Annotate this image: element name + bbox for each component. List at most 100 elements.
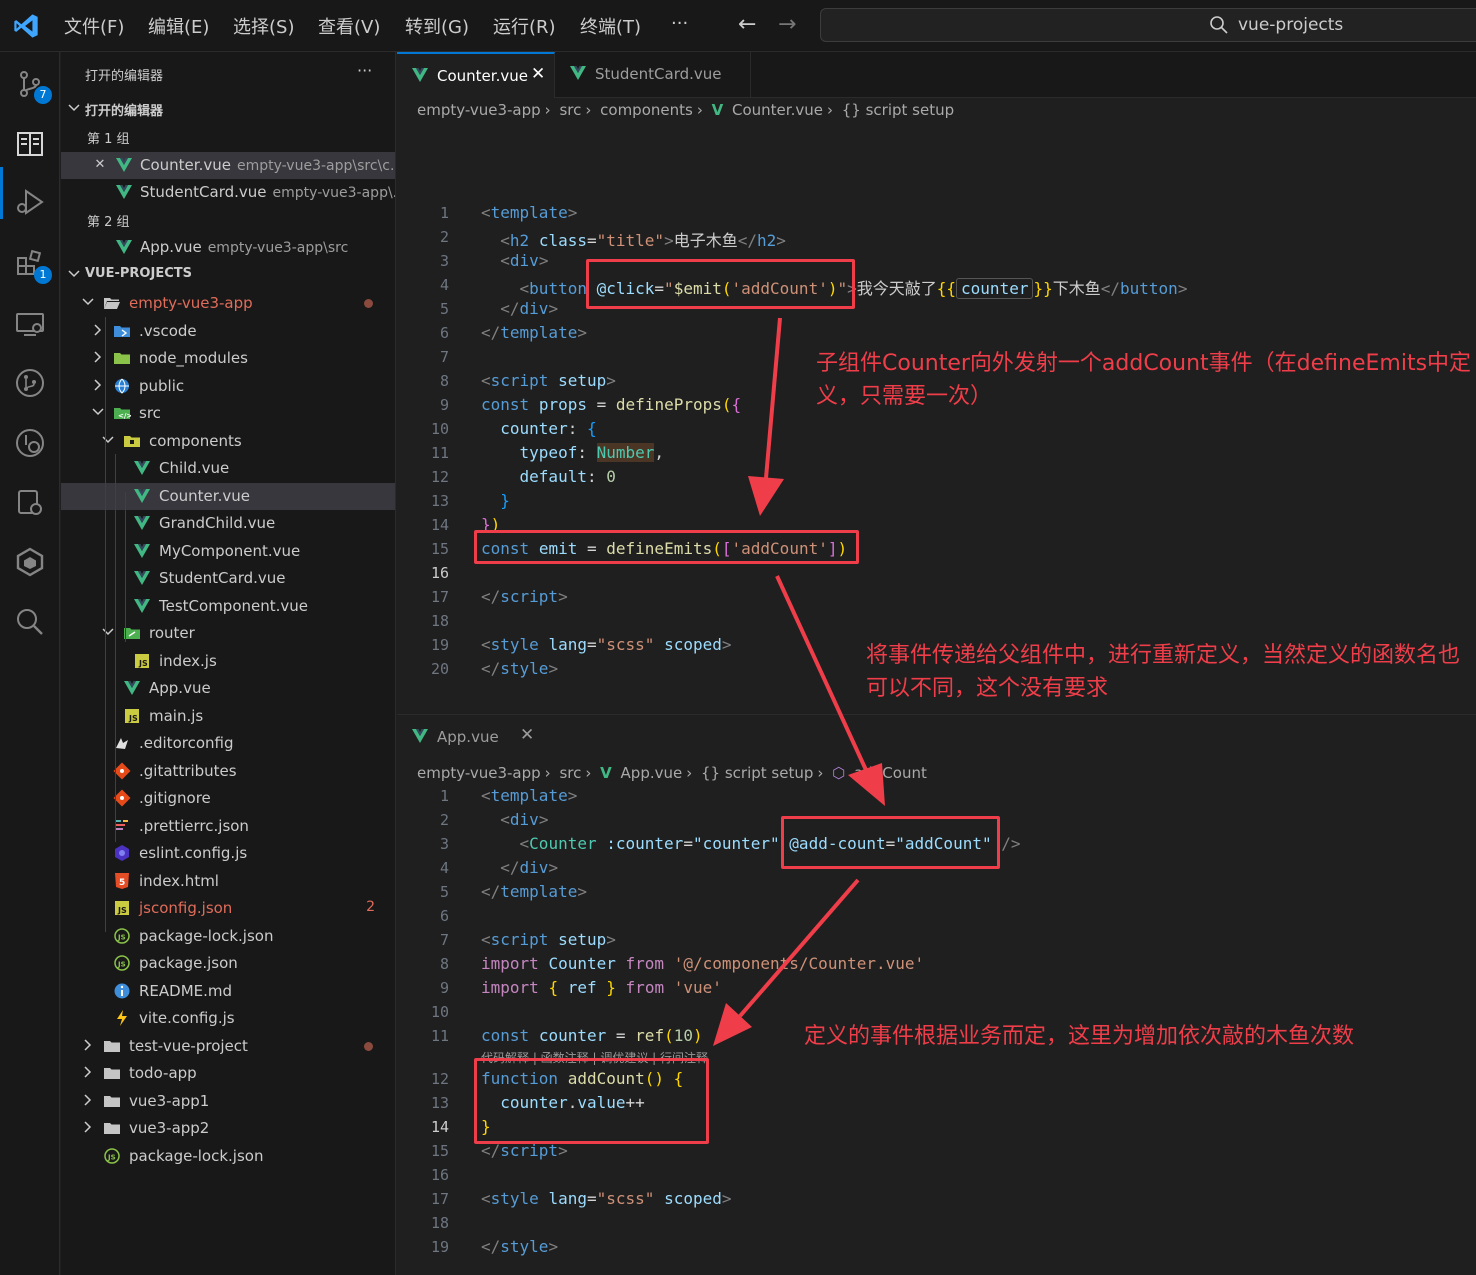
tree-item[interactable]: .gitignore — [61, 785, 395, 812]
tree-item-label: TestComponent.vue — [159, 597, 309, 615]
code-token: style — [490, 635, 539, 654]
git-graph-icon[interactable] — [14, 367, 46, 399]
run-debug-icon[interactable] — [14, 186, 46, 218]
breadcrumb-item[interactable]: src — [559, 101, 581, 119]
close-icon[interactable]: ✕ — [91, 156, 109, 174]
breadcrumb-item[interactable]: App.vue — [621, 764, 683, 782]
tree-item[interactable]: router — [61, 620, 395, 647]
tree-item[interactable]: JS main.js — [61, 703, 395, 730]
menu-go[interactable]: 转到(G) — [405, 13, 469, 39]
source-control-icon[interactable]: 7 — [14, 68, 52, 104]
tree-item[interactable]: README.md — [61, 978, 395, 1005]
sidebar-more-button[interactable]: ··· — [357, 61, 372, 80]
tree-item[interactable]: todo-app — [61, 1060, 395, 1087]
line-number: 18 — [430, 612, 449, 630]
search-sidebar-icon[interactable] — [14, 606, 46, 638]
forward-arrow-icon[interactable]: → — [778, 12, 796, 37]
readme-info-icon — [113, 982, 131, 1000]
tree-item[interactable]: MyComponent.vue — [61, 538, 395, 565]
folder-icon — [103, 1064, 121, 1082]
command-center-search[interactable]: vue-projects — [820, 8, 1476, 42]
tree-item-label: Child.vue — [159, 459, 230, 477]
extensions-icon[interactable]: 1 — [14, 248, 52, 284]
chevron-down-icon — [102, 436, 114, 444]
open-editors-header[interactable]: 打开的编辑器 — [61, 96, 395, 123]
code-line: } — [500, 491, 510, 510]
tab-studentcard-vue[interactable]: StudentCard.vue — [555, 52, 751, 98]
tree-item[interactable]: components — [61, 428, 395, 455]
tree-item[interactable]: StudentCard.vue — [61, 565, 395, 592]
tree-item[interactable]: JS package.json — [61, 950, 395, 977]
remote-explorer-icon[interactable] — [14, 308, 46, 340]
tree-item[interactable]: .editorconfig — [61, 730, 395, 757]
folder-open-icon — [103, 294, 121, 312]
breadcrumb-item[interactable]: addCount — [854, 764, 927, 782]
menu-run[interactable]: 运行(R) — [493, 13, 556, 39]
open-editor-item[interactable]: App.vue empty-vue3-app\src — [61, 234, 395, 261]
code-token: template — [500, 323, 578, 342]
tree-item[interactable]: eslint.config.js — [61, 840, 395, 867]
tree-item[interactable]: .prettierrc.json — [61, 813, 395, 840]
project-header[interactable]: VUE-PROJECTS — [61, 262, 395, 289]
line-number: 10 — [430, 420, 449, 438]
breadcrumb-item[interactable]: Counter.vue — [732, 101, 823, 119]
menu-view[interactable]: 查看(V) — [318, 13, 380, 39]
settings-sync-icon[interactable] — [14, 487, 46, 519]
cube-extension-icon[interactable] — [14, 546, 46, 578]
open-editor-item[interactable]: StudentCard.vue empty-vue3-app\... — [61, 179, 395, 206]
tree-item[interactable]: App.vue — [61, 675, 395, 702]
tree-item[interactable]: JS index.js — [61, 648, 395, 675]
open-editor-item[interactable]: ✕ Counter.vue empty-vue3-app\src\c... — [61, 152, 395, 179]
close-icon[interactable]: ✕ — [531, 64, 545, 84]
menu-edit[interactable]: 编辑(E) — [148, 13, 209, 39]
code-token: import — [481, 954, 539, 973]
menu-more[interactable]: ··· — [671, 13, 688, 34]
code-token: template — [490, 203, 568, 222]
tree-item[interactable]: empty-vue3-app — [61, 290, 395, 317]
breadcrumb-item[interactable]: src — [559, 764, 581, 782]
tree-item-label: .gitattributes — [139, 762, 237, 780]
tree-item[interactable]: vite.config.js — [61, 1005, 395, 1032]
tree-item[interactable]: </> src — [61, 400, 395, 427]
code-area-counter[interactable]: 1 <template> 2 <h2 class="title">电子木鱼</h2… — [397, 202, 1476, 702]
tree-item[interactable]: GrandChild.vue — [61, 510, 395, 537]
line-number: 3 — [439, 252, 449, 270]
tree-item[interactable]: .vscode — [61, 318, 395, 345]
breadcrumb-item[interactable]: empty-vue3-app — [417, 764, 541, 782]
tree-item[interactable]: JS package-lock.json — [61, 1143, 395, 1170]
tree-item[interactable]: 5 index.html — [61, 868, 395, 895]
tree-item[interactable]: JS jsconfig.json 2 — [61, 895, 395, 922]
code-line: </div> — [500, 299, 559, 318]
tree-item[interactable]: .gitattributes — [61, 758, 395, 785]
menu-selection[interactable]: 选择(S) — [233, 13, 294, 39]
tab-counter-vue[interactable]: Counter.vue ✕ — [397, 52, 555, 98]
tree-item[interactable]: Counter.vue — [61, 483, 395, 510]
tree-item[interactable]: Child.vue — [61, 455, 395, 482]
vue-file-icon — [133, 514, 151, 532]
breadcrumb-item[interactable]: empty-vue3-app — [417, 101, 541, 119]
line-number: 16 — [430, 1166, 449, 1184]
tree-item-label: components — [149, 432, 242, 450]
breadcrumb-item[interactable]: components — [600, 101, 693, 119]
menu-terminal[interactable]: 终端(T) — [580, 13, 641, 39]
tree-item[interactable]: JS package-lock.json — [61, 923, 395, 950]
tree-item[interactable]: TestComponent.vue — [61, 593, 395, 620]
close-icon[interactable]: ✕ — [520, 725, 534, 745]
line-number: 8 — [439, 955, 449, 973]
explorer-icon[interactable] — [14, 128, 46, 160]
back-arrow-icon[interactable]: ← — [738, 12, 756, 37]
breadcrumb-item[interactable]: {} script setup — [701, 764, 813, 782]
tree-item[interactable]: vue3-app2 — [61, 1115, 395, 1142]
menu-file[interactable]: 文件(F) — [64, 13, 124, 39]
tree-item[interactable]: node_modules — [61, 345, 395, 372]
tree-item[interactable]: vue3-app1 — [61, 1088, 395, 1115]
tree-item[interactable]: test-vue-project — [61, 1033, 395, 1060]
tree-item[interactable]: public — [61, 373, 395, 400]
svg-text:JS: JS — [138, 659, 148, 668]
chevron-right-icon: › — [696, 101, 703, 119]
code-token: template — [500, 882, 578, 901]
git-history-icon[interactable] — [14, 427, 46, 459]
tab-app-vue[interactable]: App.vue ✕ — [397, 715, 547, 761]
breadcrumb-item[interactable]: {} script setup — [842, 101, 954, 119]
code-token: ref — [567, 978, 597, 997]
